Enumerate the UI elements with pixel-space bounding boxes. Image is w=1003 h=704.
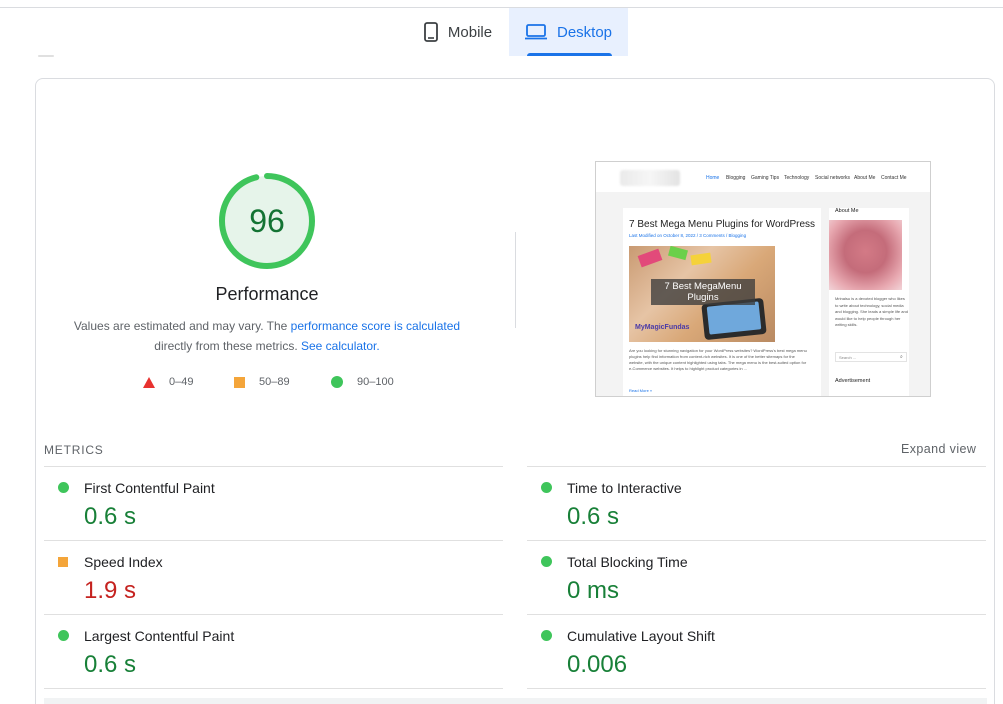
circle-icon: [331, 376, 343, 388]
legend-pass: 90–100: [331, 374, 394, 390]
triangle-icon: [143, 376, 155, 388]
pass-circle-icon: [541, 482, 552, 493]
metric-divider: [44, 540, 503, 541]
description-text-2: directly from these metrics.: [154, 339, 298, 353]
screenshot-menu-item: Home: [706, 175, 720, 181]
device-tabs: Mobile Desktop: [0, 8, 1003, 56]
tab-mobile-label: Mobile: [447, 23, 493, 41]
metric-cls-name: Cumulative Layout Shift: [567, 628, 715, 644]
legend-range: 0–49: [169, 376, 194, 388]
metric-lcp-name: Largest Contentful Paint: [84, 628, 235, 644]
metric-divider: [44, 466, 503, 467]
tab-desktop[interactable]: Desktop: [509, 8, 628, 56]
tab-desktop-label: Desktop: [556, 23, 613, 41]
metric-divider: [527, 614, 986, 615]
image-decoration: [637, 248, 663, 268]
metric-divider: [527, 540, 986, 541]
metric-divider: [527, 466, 986, 467]
vertical-divider: [515, 232, 516, 328]
screenshot-menu-item: Technology: [784, 175, 810, 181]
metric-divider: [44, 688, 503, 689]
score-calculated-link[interactable]: performance score is calculated: [291, 319, 460, 333]
avatar: [829, 220, 902, 290]
screenshot-menu-item: Contact Me: [881, 175, 907, 181]
screenshot-post-image: 7 Best MegaMenu Plugins MyMagicFundas: [629, 246, 775, 342]
screenshot-menu-item: Social networks: [815, 175, 851, 181]
screenshot-nav: Home Blogging Gaming Tips Technology Soc…: [596, 162, 930, 192]
description-text: Values are estimated and may vary. The: [73, 319, 291, 333]
screenshot-excerpt: Are you looking for stunning navigation …: [629, 348, 807, 371]
tab-mobile[interactable]: Mobile: [408, 8, 508, 56]
expand-view-button[interactable]: Expand view: [901, 442, 976, 456]
screenshot-about-title: About Me: [835, 208, 859, 214]
smartphone-icon: [424, 22, 438, 42]
legend-fail: 0–49: [143, 374, 193, 390]
screenshot-search: Search ...: [835, 352, 907, 362]
final-screenshot[interactable]: Home Blogging Gaming Tips Technology Soc…: [595, 161, 931, 397]
legend-average: 50–89: [234, 374, 290, 390]
metric-si-name: Speed Index: [84, 554, 163, 570]
performance-description: Values are estimated and may vary. The p…: [60, 316, 474, 356]
pass-circle-icon: [58, 630, 69, 641]
pass-circle-icon: [541, 556, 552, 567]
search-icon: ⌕: [900, 354, 903, 360]
average-square-icon: [58, 557, 68, 567]
performance-title: Performance: [215, 284, 319, 304]
image-banner: 7 Best MegaMenu Plugins: [651, 279, 755, 305]
metric-tbt-name: Total Blocking Time: [567, 554, 688, 570]
active-tab-indicator: [527, 53, 612, 56]
screenshot-menu-item: Gaming Tips: [751, 175, 780, 181]
metric-lcp-value: 0.6 s: [84, 651, 137, 678]
screenshot-bio: Mrinalsu is a devoted blogger who likes …: [835, 296, 908, 327]
divider: [38, 55, 54, 57]
metric-divider: [527, 688, 986, 689]
screenshot-menu-item: About Me: [854, 175, 876, 181]
pass-circle-icon: [58, 482, 69, 493]
metric-si-value: 1.9 s: [84, 577, 137, 604]
image-decoration: [706, 301, 762, 335]
metric-fcp-name: First Contentful Paint: [84, 480, 215, 496]
pass-circle-icon: [541, 630, 552, 641]
metrics-heading: METRICS: [44, 443, 104, 457]
metric-cls-value: 0.006: [567, 651, 628, 678]
screenshot-post-meta: Last Modified on October 8, 2022 / 3 Com…: [629, 233, 747, 238]
bottom-bar: [44, 698, 987, 704]
image-decoration: [690, 252, 712, 266]
see-calculator-link[interactable]: See calculator.: [301, 339, 380, 353]
metric-divider: [44, 614, 503, 615]
screenshot-menu-item: Blogging: [726, 175, 746, 181]
square-icon: [234, 376, 245, 388]
screenshot-read-more: Read More »: [629, 388, 653, 393]
legend-range: 90–100: [357, 376, 394, 388]
legend-range: 50–89: [259, 376, 290, 388]
metric-tti-name: Time to Interactive: [567, 480, 682, 496]
screenshot-post-title: 7 Best Mega Menu Plugins for WordPress: [629, 219, 816, 230]
image-brand: MyMagicFundas: [635, 324, 690, 331]
screenshot-advertisement: Advertisement: [835, 378, 871, 384]
top-border: [0, 0, 1003, 8]
image-decoration: [668, 246, 688, 261]
metric-tbt-value: 0 ms: [567, 577, 620, 604]
performance-score: 96: [249, 202, 285, 239]
metric-fcp-value: 0.6 s: [84, 503, 137, 530]
screenshot-logo: [620, 170, 680, 186]
metric-tti-value: 0.6 s: [567, 503, 620, 530]
laptop-icon: [524, 24, 547, 40]
